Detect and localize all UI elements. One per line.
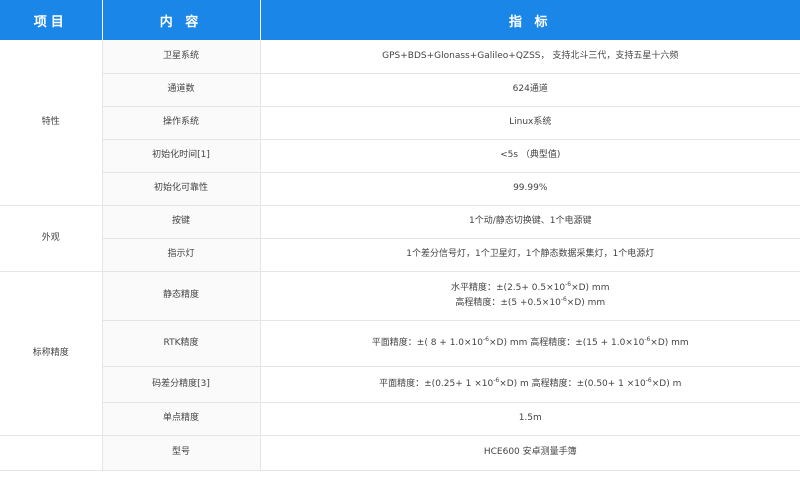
- table-row: 型号 HCE600 安卓测量手簿: [0, 435, 800, 471]
- table-row: 外观 按键 1个动/静态切换键、1个电源键: [0, 205, 800, 272]
- row-label: 静态精度: [102, 271, 261, 321]
- header-content: 内 容: [102, 0, 261, 40]
- table-row: 操作系统 Linux系统: [0, 106, 800, 140]
- row-value: <5s （典型值): [260, 139, 800, 173]
- row-value: GPS+BDS+Glonass+Galileo+QZSS， 支持北斗三代，支持五…: [260, 40, 800, 74]
- row-value: 1.5m: [260, 402, 800, 436]
- row-label: 单点精度: [102, 402, 261, 436]
- table-row: RTK精度 平面精度：±( 8 + 1.0×10-6×D) mm 高程精度：±(…: [0, 320, 800, 367]
- row-value: 1个差分信号灯，1个卫星灯，1个静态数据采集灯，1个电源灯: [260, 238, 800, 272]
- table-row: 指示灯 1个差分信号灯，1个卫星灯，1个静态数据采集灯，1个电源灯: [0, 238, 800, 272]
- static-horizontal: 水平精度：±(2.5+ 0.5×10-6×D) mm: [451, 280, 610, 293]
- row-value: 99.99%: [260, 172, 800, 206]
- row-value: HCE600 安卓测量手簿: [260, 435, 800, 471]
- row-label: 型号: [102, 435, 261, 471]
- header-item: 项目: [0, 0, 103, 40]
- table-row: 通道数 624通道: [0, 73, 800, 107]
- static-vertical: 高程精度：±(5 +0.5×10-6×D) mm: [455, 295, 606, 308]
- row-value: 平面精度：±( 8 + 1.0×10-6×D) mm 高程精度：±(15 + 1…: [260, 320, 800, 367]
- group-empty: [0, 435, 103, 471]
- row-label: 码差分精度[3]: [102, 366, 261, 403]
- row-value: 624通道: [260, 73, 800, 107]
- row-value: Linux系统: [260, 106, 800, 140]
- table-row: 标称精度 静态精度 水平精度：±(2.5+ 0.5×10-6×D) mm 高程精…: [0, 271, 800, 436]
- spec-table: 项目 内 容 指 标 特性 卫星系统 GPS+BDS+Glonass+Galil…: [0, 0, 800, 471]
- row-label: 指示灯: [102, 238, 261, 272]
- header-row: 项目 内 容 指 标: [0, 0, 800, 40]
- row-value: 1个动/静态切换键、1个电源键: [260, 205, 800, 239]
- group-accuracy: 标称精度: [0, 271, 103, 436]
- row-label: 卫星系统: [102, 40, 261, 74]
- group-appearance: 外观: [0, 205, 103, 272]
- group-features: 特性: [0, 40, 103, 206]
- row-label: 初始化时间[1]: [102, 139, 261, 173]
- table-row: 初始化可靠性 99.99%: [0, 172, 800, 206]
- row-value: 水平精度：±(2.5+ 0.5×10-6×D) mm 高程精度：±(5 +0.5…: [260, 271, 800, 321]
- header-spec: 指 标: [260, 0, 800, 40]
- row-label: 操作系统: [102, 106, 261, 140]
- table-row: 特性 卫星系统 GPS+BDS+Glonass+Galileo+QZSS， 支持…: [0, 40, 800, 206]
- row-label: 按键: [102, 205, 261, 239]
- row-label: 初始化可靠性: [102, 172, 261, 206]
- row-value: 平面精度：±(0.25+ 1 ×10-6×D) m 高程精度：±(0.50+ 1…: [260, 366, 800, 403]
- row-label: RTK精度: [102, 320, 261, 367]
- table-row: 初始化时间[1] <5s （典型值): [0, 139, 800, 173]
- table-row: 单点精度 1.5m: [0, 402, 800, 436]
- table-row: 码差分精度[3] 平面精度：±(0.25+ 1 ×10-6×D) m 高程精度：…: [0, 366, 800, 403]
- row-label: 通道数: [102, 73, 261, 107]
